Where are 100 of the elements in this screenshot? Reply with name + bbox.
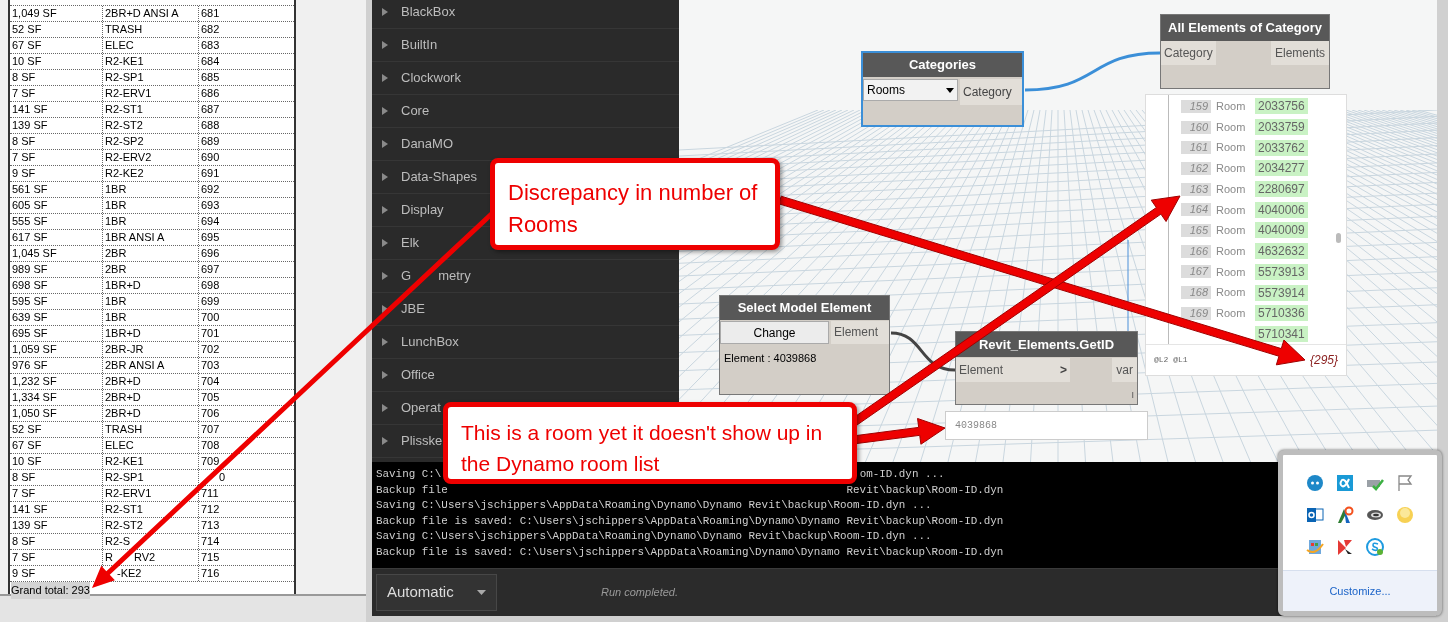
window-icon[interactable] <box>1306 538 1324 556</box>
table-cell: 687 <box>201 102 220 117</box>
table-cell: 689 <box>201 134 220 149</box>
library-item[interactable]: G metry <box>401 266 471 286</box>
table-cell: 709 <box>201 454 220 469</box>
table-cell: 8 SF <box>10 470 103 485</box>
output-port[interactable]: Elements <box>1270 41 1329 65</box>
library-item[interactable]: LunchBox <box>401 332 459 352</box>
input-port[interactable]: Element > <box>956 358 1070 382</box>
library-item[interactable]: Plisske <box>401 431 443 451</box>
library-item[interactable]: Office <box>401 365 435 385</box>
library-item[interactable]: BuiltIn <box>401 35 438 55</box>
table-cell: 1,232 SF <box>10 374 103 389</box>
table-cell: 699 <box>201 294 220 309</box>
element-id: 2033756 <box>1255 98 1308 115</box>
table-cell: 10 SF <box>10 54 103 69</box>
table-cell: 8 SF <box>10 134 103 149</box>
table-cell: 2BR+D ANSI A <box>105 6 179 21</box>
chat-bubble-icon[interactable] <box>1306 474 1324 492</box>
library-item[interactable]: Data-Shapes <box>401 167 477 187</box>
table-cell: 10 SF <box>10 454 103 469</box>
caret-icon <box>382 338 388 346</box>
customize-link[interactable]: Customize... <box>1329 582 1391 600</box>
item-type: Room <box>1216 161 1247 177</box>
table-cell: 561 SF <box>10 182 103 197</box>
output-port[interactable]: var <box>1112 358 1137 382</box>
console-line: Saving C:\Users\jschippers\AppData\Roaming\Dynamo\Dynamo Revit\backup\Room-ID.dyn ... <box>376 498 932 514</box>
element-id: 5573914 <box>1255 284 1308 301</box>
item-type: Room <box>1216 264 1247 280</box>
table-cell: 605 SF <box>10 198 103 213</box>
output-port[interactable]: Category <box>960 79 1022 105</box>
caret-icon <box>382 8 388 16</box>
output-port[interactable]: Element <box>831 321 889 344</box>
table-cell: R2-ERV1 <box>105 486 152 501</box>
table-cell: 1BR <box>105 310 127 325</box>
library-item[interactable]: Elk <box>401 233 420 253</box>
table-cell: 690 <box>201 150 220 165</box>
table-cell: 639 SF <box>10 310 103 325</box>
table-cell: 693 <box>201 198 220 213</box>
element-id: 4040006 <box>1255 201 1308 218</box>
dropdown[interactable]: Rooms <box>863 79 958 101</box>
table-cell: 1BR <box>105 198 127 213</box>
input-port[interactable]: Category <box>1161 41 1216 65</box>
table-cell: R2-ST1 <box>105 102 143 117</box>
library-item[interactable]: DanaMO <box>401 134 454 154</box>
library-item[interactable]: Clockwork <box>401 68 461 88</box>
library-item[interactable]: JBE <box>401 299 425 319</box>
table-cell: 555 SF <box>10 214 103 229</box>
item-type: Room <box>1216 119 1247 135</box>
list-index: 163 <box>1181 182 1211 196</box>
caret-icon <box>382 305 388 313</box>
console-line: Revit\backup\Room-ID.dyn <box>846 482 1004 498</box>
element-value: Element : 4039868 <box>723 351 818 366</box>
table-cell: 714 <box>201 534 220 549</box>
node-title: Select Model Element <box>720 296 889 320</box>
table-cell: 705 <box>201 390 220 405</box>
list-index: 164 <box>1181 203 1211 217</box>
flag-icon[interactable] <box>1396 474 1414 492</box>
table-cell: 688 <box>201 118 220 133</box>
library-item[interactable]: BlackBox <box>401 2 456 22</box>
table-cell: R2-ST2 <box>105 118 143 133</box>
lacing-indicator: I <box>1131 388 1134 402</box>
change-button[interactable]: Change <box>720 321 829 344</box>
alpha-icon[interactable] <box>1336 474 1354 492</box>
caret-icon <box>382 107 388 115</box>
item-type: Room <box>1216 243 1247 259</box>
caret-icon <box>382 206 388 214</box>
library-item[interactable]: Core <box>401 101 430 121</box>
table-cell: 2BR-JR <box>105 342 144 357</box>
table-cell: 7 SF <box>10 550 103 565</box>
table-cell: 1,050 SF <box>10 406 103 421</box>
table-cell: 1BR ANSI A <box>105 230 165 245</box>
node[interactable]: Categories Rooms Category <box>861 51 1024 127</box>
node[interactable]: All Elements of Category Category Elements <box>1160 14 1330 89</box>
library-item[interactable]: Operat <box>401 398 441 418</box>
table-cell-text: 0 <box>218 470 226 485</box>
element-id: 5573913 <box>1255 263 1308 280</box>
item-count: {295} <box>1309 352 1338 369</box>
table-cell: R2-KE1 <box>105 54 144 69</box>
list-index: 162 <box>1181 161 1211 175</box>
table-cell: R2-KE1 <box>105 454 144 469</box>
library-item[interactable]: Display <box>401 200 444 220</box>
element-id: 5710336 <box>1255 305 1308 322</box>
console-line: Saving C:\Users\jschippers\AppData\Roaming\Dynamo\Dynamo Revit\backup\Room-ID.dyn ... <box>376 529 932 545</box>
table-cell: R2-KE2 <box>105 166 144 181</box>
table-cell: 595 SF <box>10 294 103 309</box>
console-line: Saving C:\ <box>376 467 442 482</box>
table-cell: R2-ST1 <box>105 502 143 517</box>
scrollbar-thumb[interactable] <box>1336 233 1341 243</box>
node[interactable]: Revit_Elements.GetID Element > var I <box>955 331 1138 405</box>
table-cell: 2BR+D <box>105 406 141 421</box>
run-mode-dropdown[interactable]: Automatic <box>376 574 497 611</box>
item-type: Room <box>1216 99 1247 115</box>
table-cell: 1BR+D <box>105 326 141 341</box>
node[interactable]: Select Model Element Change Element Element : 4039868 <box>719 295 890 395</box>
table-cell: 703 <box>201 358 220 373</box>
mail-icon[interactable] <box>1306 506 1324 524</box>
list-levels: @L2 @L1 <box>1154 354 1188 366</box>
element-id: 5710341 <box>1255 325 1308 342</box>
table-cell: 67 SF <box>10 38 103 53</box>
